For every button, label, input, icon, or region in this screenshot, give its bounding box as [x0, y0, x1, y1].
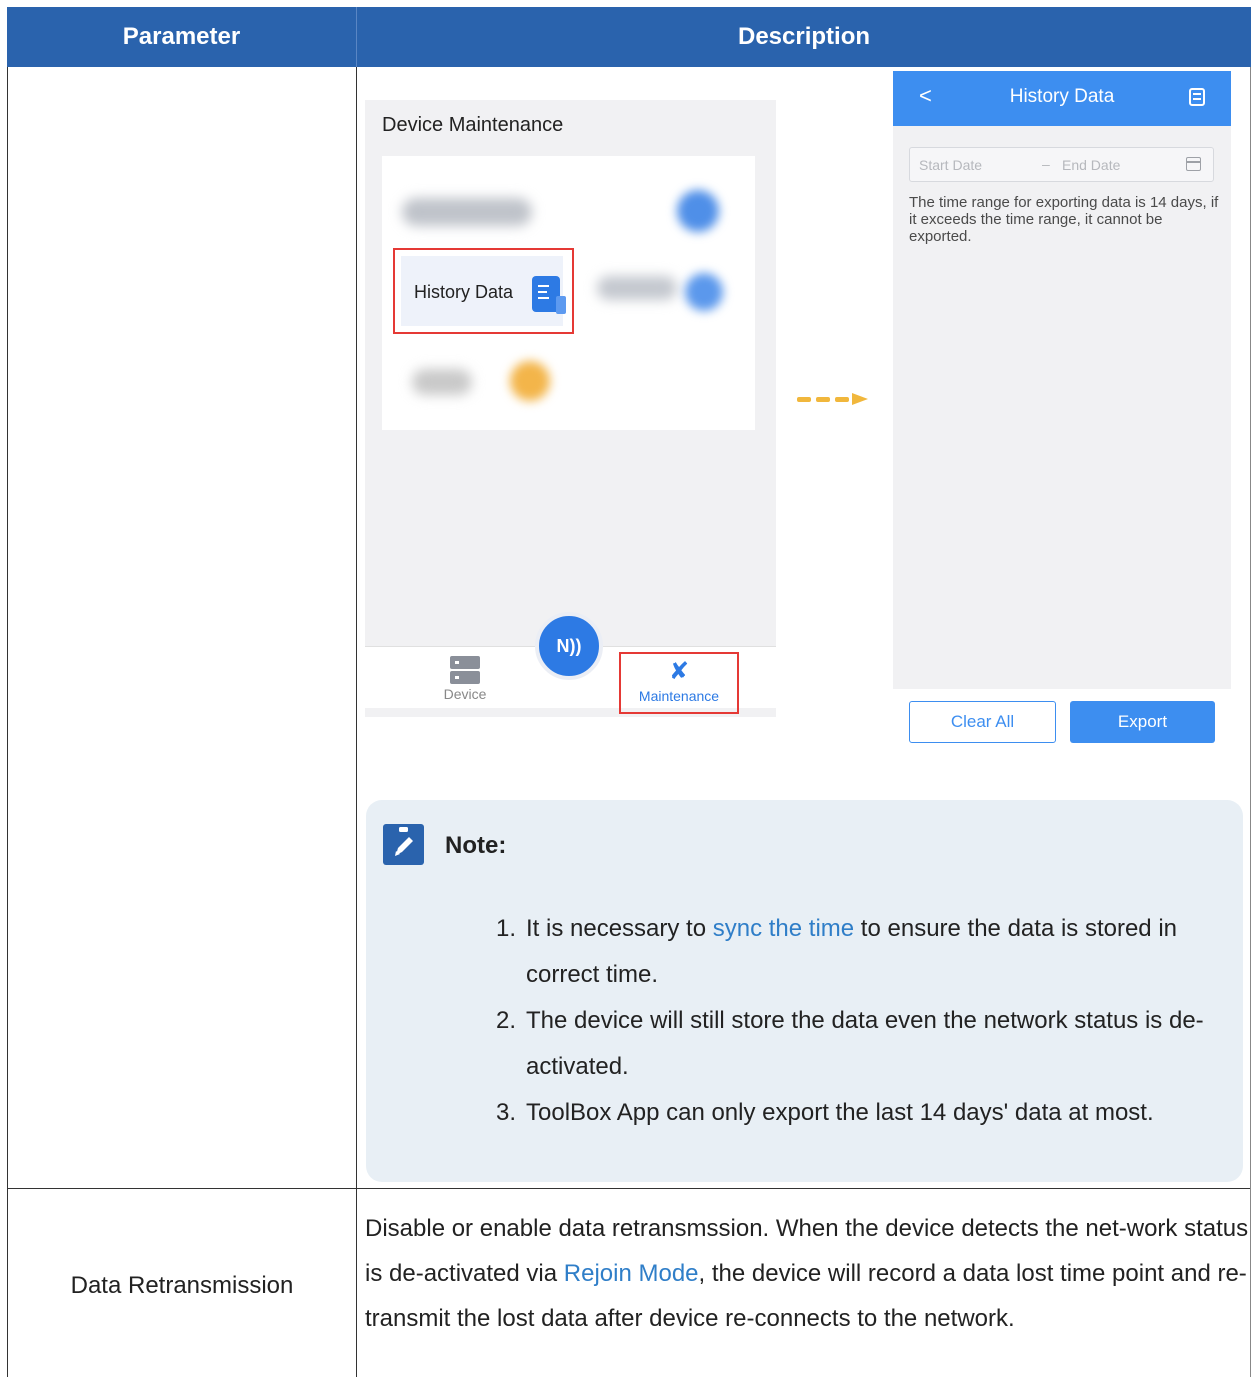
end-date-placeholder: End Date [1062, 157, 1121, 173]
list-item: 3. ToolBox App can only export the last … [496, 1090, 1236, 1136]
table-left-border [7, 67, 8, 1377]
note-box: Note: 1. It is necessary to sync the tim… [366, 800, 1243, 1182]
device-maintenance-title: Device Maintenance [382, 114, 564, 136]
export-range-info: The time range for exporting data is 14 … [909, 194, 1219, 245]
blurred-icon [685, 273, 723, 311]
table-header: Parameter Description [7, 7, 1251, 67]
data-retransmission-description: Disable or enable data retransmssion. Wh… [365, 1206, 1249, 1341]
export-button[interactable]: Export [1070, 701, 1215, 743]
rejoin-mode-link[interactable]: Rejoin Mode [564, 1260, 699, 1287]
note-title: Note: [445, 832, 507, 859]
note-list: 1. It is necessary to sync the time to e… [496, 906, 1236, 1136]
note-text: ToolBox App can only export the last 14 … [526, 1099, 1154, 1126]
nav-device[interactable]: Device [429, 656, 501, 702]
calendar-icon [1186, 157, 1201, 171]
nav-maintenance-highlight[interactable]: ✘ Maintenance [619, 652, 739, 714]
app-title-bar: < History Data [893, 71, 1231, 126]
list-item: 2. The device will still store the data … [496, 998, 1236, 1090]
parameter-data-retransmission: Data Retransmission [70, 1272, 294, 1299]
note-text: The device will still store the data eve… [526, 1007, 1204, 1080]
start-date-placeholder: Start Date [919, 157, 983, 173]
note-text: It is necessary to [526, 915, 713, 942]
history-data-highlight[interactable]: History Data [393, 248, 574, 334]
table-column-divider [356, 67, 357, 1377]
pencil-note-icon [383, 824, 424, 865]
list-number: 1. [496, 915, 517, 942]
list-number: 2. [496, 1007, 517, 1034]
date-range-picker[interactable]: Start Date – End Date [909, 147, 1214, 182]
header-description: Description [737, 23, 871, 50]
history-data-title: History Data [1009, 86, 1115, 107]
device-maintenance-screenshot: Device Maintenance History Data N)) Devi… [365, 100, 776, 717]
tools-icon: ✘ [668, 658, 690, 685]
history-document-icon [532, 276, 566, 314]
sync-time-link[interactable]: sync the time [713, 915, 854, 942]
document-icon[interactable] [1189, 88, 1205, 106]
blurred-menu-item [597, 276, 677, 300]
history-data-item: History Data [401, 256, 566, 326]
list-number: 3. [496, 1099, 517, 1126]
nav-maintenance: ✘ Maintenance [621, 658, 737, 704]
history-data-label: History Data [414, 282, 514, 302]
clear-all-button[interactable]: Clear All [909, 701, 1056, 743]
history-data-screenshot: < History Data Start Date – End Date The… [893, 71, 1231, 689]
blurred-menu-item [412, 369, 472, 395]
nfc-button[interactable]: N)) [535, 612, 603, 680]
blurred-menu-item [402, 198, 532, 226]
server-icon [450, 656, 480, 684]
nav-maintenance-label: Maintenance [638, 688, 720, 704]
header-parameter: Parameter [122, 23, 241, 50]
dashed-arrow-icon [797, 393, 868, 405]
table-row-divider [7, 1188, 1251, 1189]
list-item: 1. It is necessary to sync the time to e… [496, 906, 1236, 998]
date-separator: – [1042, 156, 1050, 172]
blurred-icon [677, 190, 719, 232]
blurred-icon [510, 361, 550, 401]
nav-device-label: Device [443, 686, 487, 702]
